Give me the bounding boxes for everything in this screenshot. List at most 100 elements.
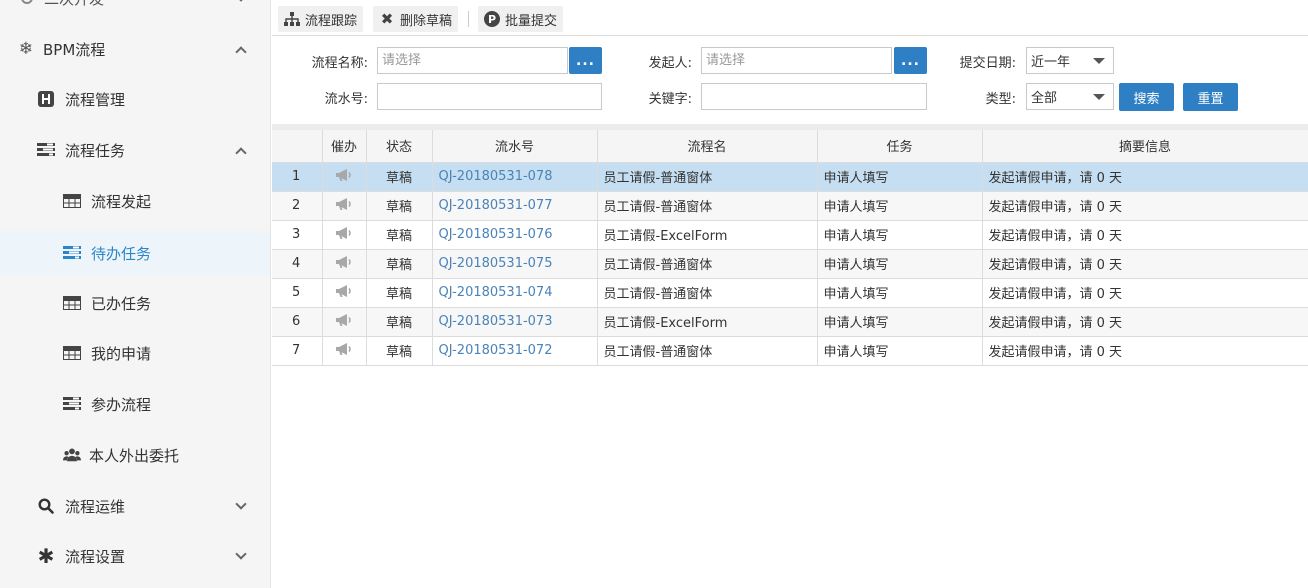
table-row[interactable]: 7 草稿 QJ-20180531-072 员工请假-普通窗体 申请人填写 发起请假申请，请… [272,336,1308,366]
table-row[interactable]: 4 草稿 QJ-20180531-075 员工请假-普通窗体 申请人填写 发起请假申请，请… [272,249,1308,279]
snowflake-icon: ❄ [18,39,34,59]
row-state: 草稿 [366,220,433,250]
row-summary: 发起请假申请，请 0 天 [982,336,1308,366]
asterisk-icon: ✱ [37,544,55,568]
process-name-label: 流程名称: [311,56,368,71]
row-serial-link[interactable]: QJ-20180531-077 [432,191,598,221]
row-serial-link[interactable]: QJ-20180531-073 [432,307,598,337]
table-body: 1 草稿 QJ-20180531-078 员工请假-普通窗体 申请人填写 发起请假申请，请… [272,162,1308,366]
row-serial-link[interactable]: QJ-20180531-075 [432,249,598,279]
table-grid-icon [63,192,81,210]
delete-draft-button[interactable]: ✖ 删除草稿 [373,6,459,32]
dropdown-arrow-icon [1093,94,1105,100]
initiator-input[interactable] [701,47,892,74]
col-header-task[interactable]: 任务 [817,130,983,163]
row-serial-link[interactable]: QJ-20180531-078 [432,162,598,192]
chevron-down-icon [235,548,247,560]
table-header-row: 催办 状态 流水号 流程名 任务 摘要信息 [272,130,1308,163]
table-row[interactable]: 5 草稿 QJ-20180531-074 员工请假-普通窗体 申请人填写 发起请假申请，请… [272,278,1308,308]
row-number: 4 [272,249,323,279]
search-icon [37,497,55,515]
sidebar-item-process-task[interactable]: 流程任务 [0,129,270,171]
table-grid-icon [63,294,81,312]
table-row[interactable]: 3 草稿 QJ-20180531-076 员工请假-ExcelForm 申请人填写 发起请… [272,220,1308,250]
col-header-summary[interactable]: 摘要信息 [982,130,1308,163]
sidebar-item-label: 我的申请 [91,344,152,363]
process-name-input[interactable] [377,47,568,74]
row-state: 草稿 [366,162,433,192]
urge-icon[interactable] [322,307,367,337]
gear-icon [18,0,36,7]
sidebar-item-settings[interactable]: ✱ 流程设置 [0,535,270,577]
keyword-input[interactable] [701,83,927,110]
parking-icon: P [484,11,500,27]
col-header-urge[interactable]: 催办 [322,130,367,163]
sidebar-item-todo[interactable]: 待办任务 [0,231,270,275]
row-summary: 发起请假申请，请 0 天 [982,191,1308,221]
batch-submit-button[interactable]: P 批量提交 [478,6,564,32]
h-square-icon [37,90,55,108]
sidebar-item-my-apply[interactable]: 我的申请 [0,332,270,374]
row-summary: 发起请假申请，请 0 天 [982,220,1308,250]
row-process-name: 员工请假-ExcelForm [597,220,818,250]
urge-icon[interactable] [322,220,367,250]
urge-icon[interactable] [322,336,367,366]
row-summary: 发起请假申请，请 0 天 [982,162,1308,192]
submit-date-select[interactable]: 近一年 [1026,47,1114,74]
col-header-process[interactable]: 流程名 [597,130,818,163]
row-state: 草稿 [366,191,433,221]
tasks-list-icon [63,244,81,262]
table-row[interactable]: 6 草稿 QJ-20180531-073 员工请假-ExcelForm 申请人填写 发起请… [272,307,1308,337]
sidebar-item-label: 已办任务 [91,294,152,313]
sidebar-item-dev[interactable]: 二次开发 [0,0,270,10]
users-icon [63,446,81,464]
sidebar-item-label: BPM流程 [43,40,106,59]
sidebar-item-ops[interactable]: 流程运维 [0,485,270,527]
sidebar-item-done[interactable]: 已办任务 [0,282,270,324]
track-process-button[interactable]: 流程跟踪 [278,6,364,32]
keyword-label: 关键字: [648,92,692,107]
task-table: 催办 状态 流水号 流程名 任务 摘要信息 1 草稿 QJ-20180531-078… [272,130,1308,366]
serial-input[interactable] [377,83,602,110]
col-header-index [272,130,323,163]
col-header-serial[interactable]: 流水号 [432,130,598,163]
row-process-name: 员工请假-普通窗体 [597,191,818,221]
row-task: 申请人填写 [817,278,983,308]
table-grid-icon [63,344,81,362]
search-button[interactable]: 搜索 [1119,83,1174,111]
row-task: 申请人填写 [817,307,983,337]
urge-icon[interactable] [322,249,367,279]
initiator-picker-button[interactable]: ... [894,47,927,74]
row-task: 申请人填写 [817,220,983,250]
search-form: 流程名称: ... 发起人: ... 提交日期: 近一年 流水号: 关键字: 类… [272,36,1308,124]
sidebar-item-label: 二次开发 [44,0,104,9]
type-select[interactable]: 全部 [1026,83,1114,110]
sidebar-item-participated[interactable]: 参办流程 [0,383,270,425]
sidebar-item-delegation[interactable]: 本人外出委托 [0,434,270,476]
app-root: 二次开发 ❄ BPM流程 流程管理 流程任务 流程发起 待办任务 已办任 [0,0,1308,588]
row-serial-link[interactable]: QJ-20180531-074 [432,278,598,308]
row-summary: 发起请假申请，请 0 天 [982,278,1308,308]
type-value: 全部 [1031,91,1058,106]
reset-button[interactable]: 重置 [1183,83,1238,111]
row-number: 5 [272,278,323,308]
urge-icon[interactable] [322,278,367,308]
urge-icon[interactable] [322,191,367,221]
sidebar-item-process-manage[interactable]: 流程管理 [0,78,270,120]
type-label: 类型: [985,92,1016,107]
chevron-down-icon [235,0,247,2]
sidebar-item-label: 待办任务 [91,244,152,263]
row-state: 草稿 [366,307,433,337]
table-row[interactable]: 1 草稿 QJ-20180531-078 员工请假-普通窗体 申请人填写 发起请假申请，请… [272,162,1308,192]
col-header-state[interactable]: 状态 [366,130,433,163]
row-serial-link[interactable]: QJ-20180531-072 [432,336,598,366]
process-name-picker-button[interactable]: ... [569,47,602,74]
row-summary: 发起请假申请，请 0 天 [982,307,1308,337]
row-state: 草稿 [366,336,433,366]
row-serial-link[interactable]: QJ-20180531-076 [432,220,598,250]
table-row[interactable]: 2 草稿 QJ-20180531-077 员工请假-普通窗体 申请人填写 发起请假申请，请… [272,191,1308,221]
sidebar-item-bpm[interactable]: ❄ BPM流程 [0,28,270,70]
sidebar-item-start-process[interactable]: 流程发起 [0,180,270,222]
initiator-label: 发起人: [648,56,692,71]
urge-icon[interactable] [322,162,367,192]
